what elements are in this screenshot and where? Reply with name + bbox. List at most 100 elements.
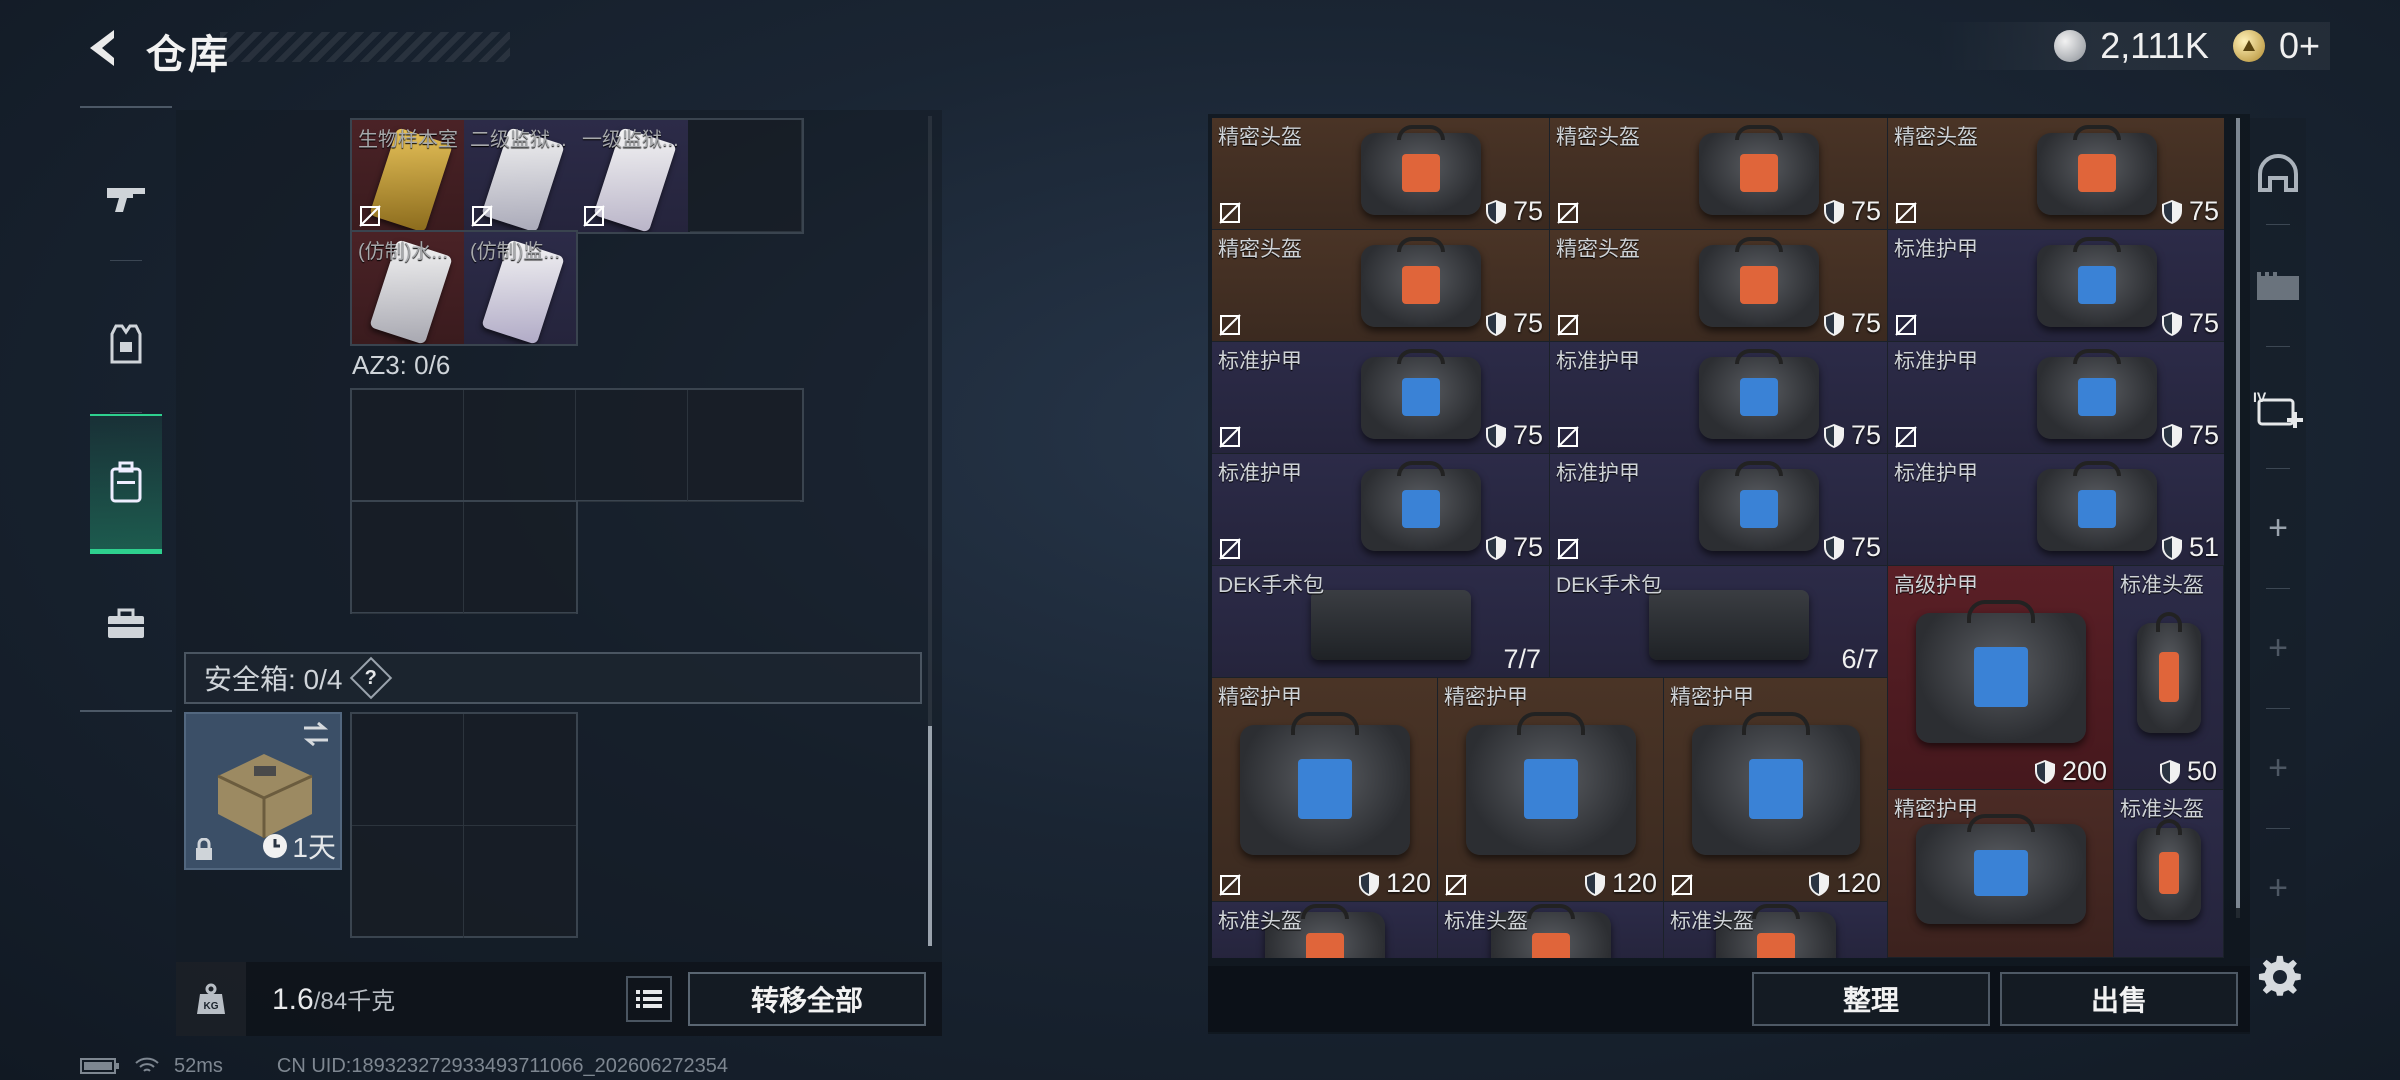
empty-slot[interactable] <box>464 714 576 826</box>
nav-weapons[interactable] <box>90 128 162 268</box>
settings-button[interactable] <box>2254 950 2306 1002</box>
tab-add-slot[interactable]: + <box>2250 598 2306 698</box>
empty-slot[interactable] <box>464 390 576 502</box>
nav-armor[interactable] <box>90 274 162 414</box>
shield-icon <box>2034 759 2055 784</box>
tab-rig-storage[interactable] <box>2250 238 2306 338</box>
armor-item[interactable]: 精密护甲 120 <box>1664 678 1888 902</box>
armor-image <box>1916 813 2086 925</box>
item-name: 标准头盔 <box>2120 798 2204 821</box>
item-name: 精密头盔 <box>1218 238 1302 261</box>
no-insure-icon <box>1895 426 1917 448</box>
empty-slot[interactable] <box>352 390 464 502</box>
medkit-item[interactable]: DEK手术包 6/7 <box>1550 566 1888 678</box>
kg-weight-icon: KG <box>176 962 246 1036</box>
helmet-item[interactable]: 标准头盔 <box>1664 902 1888 958</box>
no-insure-icon <box>1557 538 1579 560</box>
armor-item[interactable]: 标准护甲 75 <box>1888 342 2224 454</box>
durability-value: 75 <box>1485 196 1543 227</box>
transfer-all-button[interactable]: 转移全部 <box>688 972 926 1026</box>
tab-add-slot[interactable]: + <box>2250 718 2306 818</box>
durability-value: 75 <box>1485 308 1543 339</box>
item-name: 精密头盔 <box>1556 126 1640 149</box>
empty-slot[interactable] <box>576 390 688 502</box>
tab-helmet-storage[interactable] <box>2250 124 2306 224</box>
title-decoration <box>220 32 510 62</box>
armor-item[interactable]: 标准护甲 75 <box>1550 342 1888 454</box>
durability-number: 75 <box>1850 420 1881 450</box>
armor-item[interactable]: 标准护甲 75 <box>1550 454 1888 566</box>
safebox-item[interactable]: 1天 <box>184 712 342 870</box>
uid-text: CN UID:1893232729334937110​66_2026062723… <box>276 1054 729 1077</box>
durability-value: 120 <box>1584 868 1657 899</box>
armor-item[interactable]: 标准护甲 51 <box>1888 454 2224 566</box>
no-insure-icon <box>1557 426 1579 448</box>
tab-add-slot[interactable]: + <box>2250 838 2306 938</box>
empty-slot[interactable] <box>690 120 802 232</box>
key-card-item[interactable]: 一级监狱... <box>576 120 688 232</box>
item-name: 精密护甲 <box>1670 686 1754 709</box>
empty-slot[interactable] <box>688 390 800 502</box>
shield-icon <box>2159 759 2180 784</box>
helmet-item[interactable]: 精密头盔 75 <box>1888 118 2224 230</box>
durability-value: 75 <box>1823 532 1881 563</box>
sort-button[interactable]: 整理 <box>1752 972 1990 1026</box>
armor-image <box>2037 460 2157 551</box>
nav-backpack[interactable] <box>90 414 162 554</box>
helmet-image <box>2137 818 2201 921</box>
key-card-item[interactable]: 生物样本室 <box>352 120 464 232</box>
medkit-item[interactable]: DEK手术包 7/7 <box>1212 566 1550 678</box>
empty-slot[interactable] <box>352 826 464 938</box>
empty-slot[interactable] <box>464 826 576 938</box>
stash-scrollbar[interactable] <box>2236 118 2240 908</box>
helmet-item[interactable]: 精密头盔 75 <box>1550 118 1888 230</box>
helmet-item[interactable]: 精密头盔 75 <box>1212 118 1550 230</box>
armor-item[interactable]: 精密护甲 <box>1888 790 2114 958</box>
armor-item[interactable]: 高级护甲 200 <box>1888 566 2114 790</box>
helmet-image <box>2137 612 2201 733</box>
durability-value: 75 <box>2161 196 2219 227</box>
key-card-item[interactable]: 二级监狱... <box>464 120 576 232</box>
key-card-item[interactable]: (仿制)监... <box>464 232 576 344</box>
help-icon: ? <box>365 666 378 689</box>
helmet-image <box>2037 124 2157 215</box>
no-insure-icon <box>471 205 493 227</box>
key-card-item[interactable]: (仿制)水... <box>352 232 464 344</box>
durability-number: 75 <box>1850 196 1881 226</box>
page-title: 仓库 <box>146 33 230 77</box>
helmet-image <box>1699 124 1819 215</box>
helmet-item[interactable]: 标准头盔 <box>2114 790 2224 958</box>
no-insure-icon <box>1895 202 1917 224</box>
sell-button[interactable]: 出售 <box>2000 972 2238 1026</box>
tab-add-storage[interactable]: IV <box>2250 358 2306 458</box>
back-button[interactable] <box>78 24 126 72</box>
item-name: 精密护甲 <box>1894 798 1978 821</box>
rig-slot-icon <box>2257 272 2299 300</box>
empty-slot[interactable] <box>464 502 576 614</box>
helmet-item[interactable]: 标准头盔 <box>1212 902 1438 958</box>
backpack-scrollbar[interactable] <box>928 726 932 946</box>
armor-item[interactable]: 标准护甲 75 <box>1888 230 2224 342</box>
swap-icon[interactable] <box>300 720 332 748</box>
helmet-item[interactable]: 精密头盔 75 <box>1550 230 1888 342</box>
no-insure-icon <box>359 205 381 227</box>
helmet-item[interactable]: 精密头盔 75 <box>1212 230 1550 342</box>
empty-slot[interactable] <box>352 714 464 826</box>
weight-bar: KG 1.6/84千克 转移全部 <box>176 962 942 1036</box>
armor-item[interactable]: 标准护甲 75 <box>1212 454 1550 566</box>
armor-item[interactable]: 精密护甲 120 <box>1438 678 1664 902</box>
helmet-item[interactable]: 标准头盔 50 <box>2114 566 2224 790</box>
durability-number: 75 <box>1850 308 1881 338</box>
nav-toolbox[interactable] <box>90 554 162 694</box>
armor-item[interactable]: 标准护甲 75 <box>1212 342 1550 454</box>
durability-number: 75 <box>1512 532 1543 562</box>
helmet-item[interactable]: 标准头盔 <box>1438 902 1664 958</box>
item-name: 高级护甲 <box>1894 574 1978 597</box>
help-button[interactable]: ? <box>350 656 393 700</box>
armor-item[interactable]: 精密护甲 120 <box>1212 678 1438 902</box>
list-view-button[interactable] <box>626 976 672 1022</box>
weight-max: /84千克 <box>313 988 396 1015</box>
empty-slot[interactable] <box>352 502 464 614</box>
tab-add-slot[interactable]: + <box>2250 478 2306 578</box>
gun-icon <box>107 188 145 212</box>
